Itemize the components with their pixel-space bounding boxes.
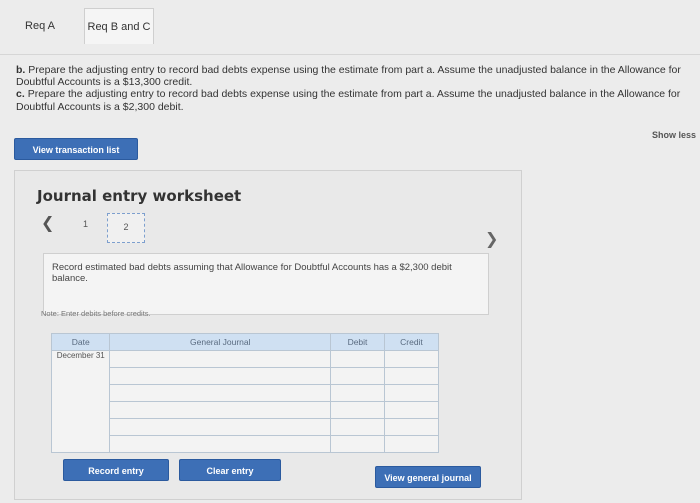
table-row [52, 435, 440, 453]
general-journal-header: General Journal [109, 333, 332, 351]
view-transaction-list-button[interactable]: View transaction list [14, 138, 138, 160]
debit-input[interactable] [330, 384, 385, 402]
debit-input[interactable] [330, 418, 385, 436]
record-entry-button[interactable]: Record entry [63, 459, 169, 481]
table-row [52, 384, 440, 402]
worksheet-title: Journal entry worksheet [37, 187, 242, 205]
credit-input[interactable] [383, 384, 440, 402]
account-input[interactable] [109, 350, 332, 368]
journal-entry-worksheet: Journal entry worksheet ❮ 1 2 ❯ Record e… [14, 170, 522, 500]
debit-header: Debit [330, 333, 385, 351]
journal-table: Date General Journal Debit Credit Decemb… [50, 333, 440, 453]
table-row: December 31 [50, 350, 440, 453]
credit-input[interactable] [383, 418, 440, 436]
prompt-b-text: Prepare the adjusting entry to record ba… [16, 64, 681, 89]
credit-input[interactable] [383, 401, 440, 419]
credit-header: Credit [383, 333, 440, 351]
prompt-c: c. Prepare the adjusting entry to record… [16, 88, 700, 112]
prompt-b-label: b. [16, 64, 26, 76]
date-cell: December 31 [50, 350, 111, 453]
table-row [52, 367, 440, 385]
prompt-c-text: Prepare the adjusting entry to record ba… [16, 88, 681, 113]
prompt-b: b. Prepare the adjusting entry to record… [16, 64, 700, 88]
question-prompt: b. Prepare the adjusting entry to record… [16, 64, 700, 113]
account-input[interactable] [109, 384, 332, 402]
prompt-c-label: c. [16, 88, 25, 101]
debits-note: Note: Enter debits before credits. [41, 309, 151, 318]
credit-input[interactable] [383, 350, 440, 368]
page-1-button[interactable]: 1 [83, 219, 88, 229]
show-less-link[interactable]: Show less [652, 130, 696, 140]
account-input[interactable] [109, 367, 332, 385]
clear-entry-button[interactable]: Clear entry [179, 459, 281, 481]
credit-input[interactable] [383, 367, 440, 385]
view-general-journal-button[interactable]: View general journal [375, 466, 481, 488]
tab-req-b-and-c[interactable]: Req B and C [84, 8, 154, 44]
credit-input[interactable] [383, 435, 440, 453]
date-header: Date [50, 333, 111, 351]
debit-input[interactable] [330, 350, 385, 368]
table-row [52, 418, 440, 436]
tab-bar: Req A Req B and C [0, 0, 700, 56]
debit-input[interactable] [330, 367, 385, 385]
account-input[interactable] [109, 418, 332, 436]
chevron-left-icon[interactable]: ❮ [41, 213, 54, 233]
debit-input[interactable] [330, 435, 385, 453]
table-row [52, 401, 440, 419]
entry-instruction: Record estimated bad debts assuming that… [43, 253, 489, 315]
account-input[interactable] [109, 435, 332, 453]
page-2-button[interactable]: 2 [107, 213, 145, 243]
chevron-right-icon[interactable]: ❯ [485, 229, 498, 249]
debit-input[interactable] [330, 401, 385, 419]
account-input[interactable] [109, 401, 332, 419]
tab-req-a[interactable]: Req A [10, 8, 70, 44]
tab-divider [0, 54, 700, 55]
